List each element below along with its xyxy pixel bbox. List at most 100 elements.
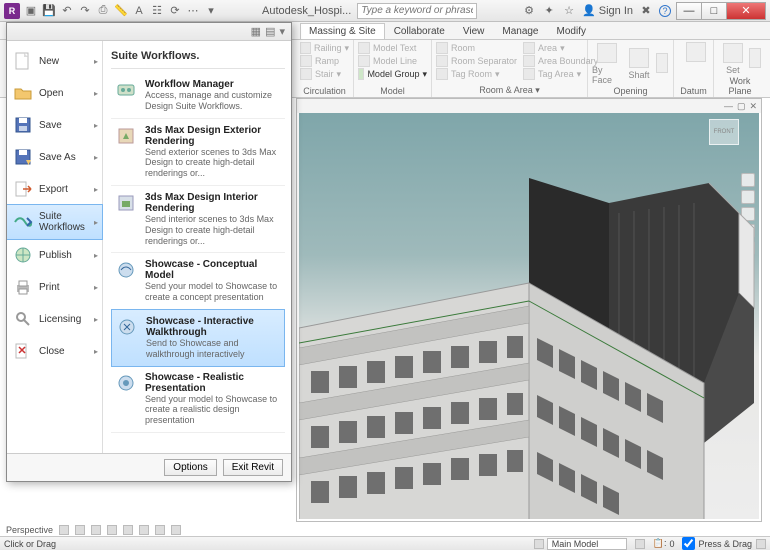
- chevron-down-icon[interactable]: ▾: [279, 25, 285, 38]
- cmd-model-group[interactable]: Model Group ▾: [358, 68, 427, 80]
- tab-massing-site[interactable]: Massing & Site: [300, 23, 385, 39]
- minimize-button[interactable]: —: [676, 2, 702, 20]
- cmd-stair[interactable]: Stair ▾: [300, 68, 349, 80]
- sign-in-button[interactable]: 👤 Sign In: [582, 4, 633, 17]
- app-menu-item-close[interactable]: Close▸: [7, 335, 102, 367]
- tab-collaborate[interactable]: Collaborate: [385, 23, 454, 39]
- cmd-model-text[interactable]: Model Text: [358, 42, 427, 54]
- cmd-wp-extra[interactable]: [749, 42, 762, 75]
- app-menu-item-export[interactable]: Export▸: [7, 173, 102, 205]
- measure-icon[interactable]: 📏: [114, 4, 128, 18]
- recent-icon[interactable]: ▦: [251, 25, 261, 38]
- app-menu-item-save[interactable]: Save▸: [7, 109, 102, 141]
- subpanel-title: Suite Workflows.: [111, 47, 285, 69]
- exchange-icon[interactable]: ✦: [542, 4, 556, 18]
- crop-icon[interactable]: [123, 525, 133, 535]
- cmd-datum[interactable]: [678, 42, 714, 64]
- workflow-item[interactable]: 3ds Max Design Interior RenderingSend in…: [111, 186, 285, 253]
- ribbon-panel-opening: By Face Shaft Opening: [588, 40, 674, 97]
- lock-icon[interactable]: [155, 525, 165, 535]
- cmd-shaft[interactable]: Shaft: [624, 42, 655, 85]
- open-icon[interactable]: ▣: [24, 4, 38, 18]
- visual-style-icon[interactable]: [59, 525, 69, 535]
- app-menu-commands: New▸Open▸Save▸Save As▸Export▸Suite Workf…: [7, 41, 103, 453]
- app-menu-item-new[interactable]: New▸: [7, 45, 102, 77]
- crop-region-icon[interactable]: [139, 525, 149, 535]
- help-icon[interactable]: ?: [659, 5, 671, 17]
- view-min-icon[interactable]: —: [724, 101, 733, 111]
- cmd-tag-area[interactable]: Tag Area ▾: [523, 68, 598, 80]
- sun-path-icon[interactable]: [75, 525, 85, 535]
- cmd-tag-room[interactable]: Tag Room ▾: [436, 68, 517, 80]
- tab-view[interactable]: View: [454, 23, 494, 39]
- workflow-title: 3ds Max Design Exterior Rendering: [145, 125, 281, 147]
- tag-icon[interactable]: ☷: [150, 4, 164, 18]
- cmd-ramp[interactable]: Ramp: [300, 55, 349, 67]
- cmd-area[interactable]: Area ▾: [523, 42, 598, 54]
- app-menu-item-suite[interactable]: Suite Workflows▸: [7, 204, 103, 240]
- hide-icon[interactable]: [171, 525, 181, 535]
- undo-icon[interactable]: ↶: [60, 4, 74, 18]
- cmd-railing[interactable]: Railing ▾: [300, 42, 349, 54]
- cmd-area-boundary[interactable]: Area Boundary: [523, 55, 598, 67]
- app-menu-item-licensing[interactable]: Licensing▸: [7, 303, 102, 335]
- cmd-set[interactable]: Set: [718, 42, 748, 75]
- exit-revit-button[interactable]: Exit Revit: [223, 459, 283, 476]
- subscription-icon[interactable]: ⚙: [522, 4, 536, 18]
- model-group-icon: [358, 68, 364, 80]
- workflow-item[interactable]: Showcase - Interactive WalkthroughSend t…: [111, 309, 285, 367]
- filter-icon[interactable]: [756, 539, 766, 549]
- press-drag-toggle[interactable]: Press & Drag: [678, 537, 756, 550]
- cmd-room[interactable]: Room: [436, 42, 517, 54]
- editable-only[interactable]: [631, 539, 649, 549]
- close-window-button[interactable]: ✕: [726, 2, 766, 20]
- app-button[interactable]: R: [4, 3, 20, 19]
- search-box[interactable]: [357, 3, 477, 19]
- save-icon[interactable]: 💾: [42, 4, 56, 18]
- workflow-item[interactable]: Showcase - Realistic PresentationSend yo…: [111, 366, 285, 433]
- cmd-by-face[interactable]: By Face: [592, 42, 623, 85]
- panel-label: Datum: [678, 85, 709, 97]
- tab-manage[interactable]: Manage: [493, 23, 547, 39]
- selection-count: 📋:0: [649, 538, 679, 549]
- workflow-icon: [115, 79, 137, 101]
- workflow-item[interactable]: Workflow ManagerAccess, manage and custo…: [111, 73, 285, 119]
- maximize-button[interactable]: □: [701, 2, 727, 20]
- wp-icon: [749, 48, 761, 68]
- cmd-room-separator[interactable]: Room Separator: [436, 55, 517, 67]
- workset-select[interactable]: Main Model: [547, 538, 627, 550]
- print-icon[interactable]: ⎙: [96, 4, 110, 18]
- app-menu-item-print[interactable]: Print▸: [7, 271, 102, 303]
- redo-icon[interactable]: ↷: [78, 4, 92, 18]
- search-input[interactable]: [357, 3, 477, 19]
- press-drag-checkbox[interactable]: [682, 537, 695, 550]
- favorite-icon[interactable]: ☆: [562, 4, 576, 18]
- workset-status[interactable]: Main Model: [530, 538, 631, 550]
- open-icon: [13, 83, 33, 103]
- pin-icon[interactable]: ▤: [265, 25, 275, 38]
- view-close-icon[interactable]: ✕: [749, 101, 757, 112]
- view-cube[interactable]: FRONT: [709, 119, 739, 145]
- view-max-icon[interactable]: ▢: [737, 101, 746, 112]
- exchange2-icon[interactable]: ✖: [639, 4, 653, 18]
- shadows-icon[interactable]: [91, 525, 101, 535]
- title-right-tools: ⚙ ✦ ☆ 👤 Sign In ✖ ? — □ ✕: [522, 2, 770, 20]
- cmd-wall[interactable]: [655, 42, 669, 85]
- workflow-item[interactable]: 3ds Max Design Exterior RenderingSend ex…: [111, 119, 285, 186]
- sync-icon[interactable]: ⟳: [168, 4, 182, 18]
- app-menu-item-publish[interactable]: Publish▸: [7, 239, 102, 271]
- qat-dropdown-icon[interactable]: ▾: [204, 4, 218, 18]
- cmd-label: Area: [538, 43, 557, 53]
- app-menu-item-open[interactable]: Open▸: [7, 77, 102, 109]
- cmd-model-line[interactable]: Model Line: [358, 55, 427, 67]
- more-icon[interactable]: ⋯: [186, 4, 200, 18]
- rendering-icon[interactable]: [107, 525, 117, 535]
- press-drag-label: Press & Drag: [698, 539, 752, 549]
- app-menu-item-saveas[interactable]: Save As▸: [7, 141, 102, 173]
- options-button[interactable]: Options: [164, 459, 216, 476]
- viewport-3d[interactable]: FRONT: [299, 113, 759, 519]
- view-window: — ▢ ✕ FRONT: [296, 98, 762, 522]
- text-icon[interactable]: A: [132, 4, 146, 18]
- tab-modify[interactable]: Modify: [548, 23, 595, 39]
- workflow-item[interactable]: Showcase - Conceptual ModelSend your mod…: [111, 253, 285, 310]
